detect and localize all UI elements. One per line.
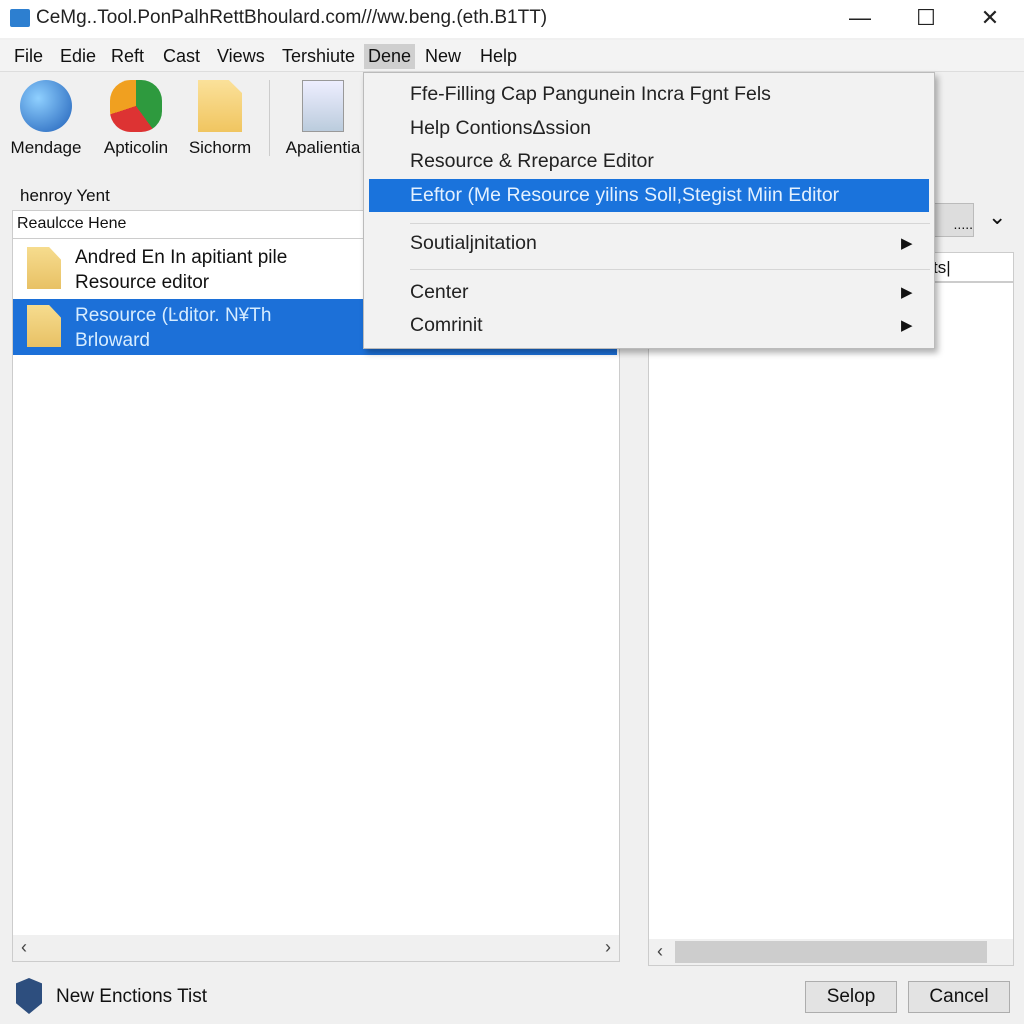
menu-cast[interactable]: Cast [159,44,204,69]
menu-file[interactable]: File [10,44,47,69]
menu-separator [410,223,930,224]
selop-button[interactable]: Selop [805,981,897,1013]
toolbar-separator [269,80,270,156]
item-title: Andred En In apitiant pile [75,247,288,268]
menu-views[interactable]: Views [213,44,269,69]
form-icon [302,80,344,132]
menu-item-submenu[interactable]: Comrinit [410,314,483,337]
submenu-arrow-icon: ▶ [901,317,913,334]
menu-help[interactable]: Help [476,44,521,69]
item-subtitle: Resource editor [75,272,210,293]
group-label: henroy Yent [20,186,110,205]
puzzle-icon [110,80,162,132]
menu-item-highlighted-label[interactable]: Eeftor (Me Resource yilins Soll,Stegist … [410,184,839,207]
menu-separator [410,269,930,270]
chevron-down-icon[interactable]: ⌄ [988,204,1006,230]
horizontal-scrollbar[interactable]: ‹ › [13,935,619,961]
toolbar-apalientia[interactable]: Apalientia [280,80,366,158]
toolbar-label: Apalientia [285,138,361,157]
folder-icon [27,247,61,289]
close-button[interactable]: ✕ [960,0,1020,38]
toolbar-label: Apticolin [103,138,169,157]
minimize-button[interactable]: — [830,0,890,38]
globe-icon [20,80,72,132]
item-subtitle: Brloward [75,330,150,351]
shield-icon [16,978,42,1014]
cancel-button[interactable]: Cancel [908,981,1010,1013]
menu-item[interactable]: Resource & Rreparce Editor [410,150,654,173]
menu-item[interactable]: Help ContionsΔssion [410,117,591,140]
app-icon [10,9,30,27]
maximize-button[interactable]: ☐ [896,0,956,38]
toolbar-label: Mendage [10,138,82,157]
toolbar-apticolin[interactable]: Apticolin [96,80,176,158]
right-input[interactable]: ts| [930,252,1014,282]
resource-file-icon [27,305,61,347]
browse-button[interactable]: ..... [930,203,974,237]
scroll-left-arrow[interactable]: ‹ [21,937,27,958]
menu-tershiute[interactable]: Tershiute [278,44,359,69]
title-bar: CeMg..Tool.PonPalhRettBhoulard.com///ww.… [0,0,1024,38]
submenu-arrow-icon: ▶ [901,284,913,301]
status-text: New Enctions Tist [56,986,207,1007]
scroll-thumb[interactable] [675,941,987,963]
menu-item-submenu[interactable]: Soutialjnitation [410,232,537,255]
scroll-right-arrow[interactable]: › [605,937,611,958]
window-title: CeMg..Tool.PonPalhRettBhoulard.com///ww.… [36,7,548,28]
menu-dene[interactable]: Dene [364,44,416,69]
scroll-left-arrow[interactable]: ‹ [657,941,663,962]
dene-dropdown-menu: Ffe-Filling Cap Pangunein Incra Fgnt Fel… [363,72,935,349]
menu-new[interactable]: New [421,44,465,69]
submenu-arrow-icon: ▶ [901,235,913,252]
menu-reft[interactable]: Reft [107,44,148,69]
toolbar-label: Sichorm [188,138,252,157]
menu-edie[interactable]: Edie [56,44,100,69]
horizontal-scrollbar[interactable]: ‹ [649,939,1013,965]
toolbar-sichorm[interactable]: Sichorm [180,80,260,158]
right-list[interactable]: ‹ [648,282,1014,966]
item-title: Resource (Ŀditor. N¥Th [75,305,272,326]
toolbar-mendage[interactable]: Mendage [6,80,86,158]
menu-item[interactable]: Ffe-Filling Cap Pangunein Incra Fgnt Fel… [410,83,771,106]
menu-item-submenu[interactable]: Center [410,281,469,304]
document-icon [198,80,242,132]
